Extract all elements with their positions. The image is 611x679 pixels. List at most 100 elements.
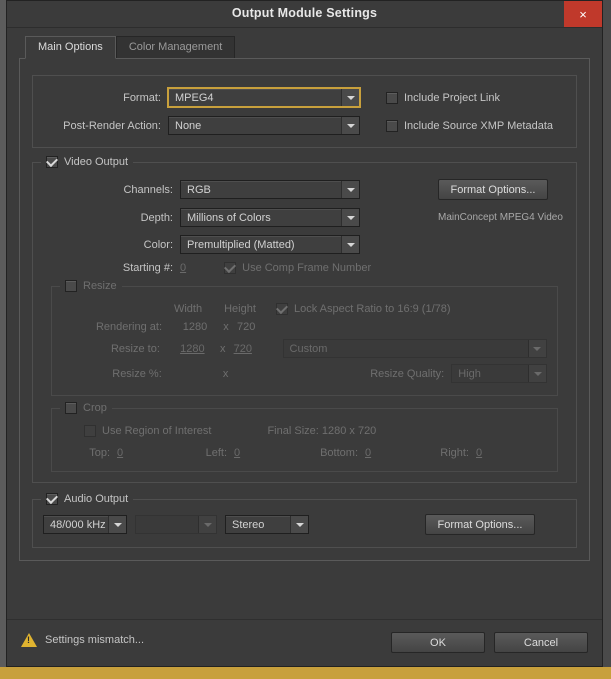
- use-region-of-interest-label[interactable]: Use Region of Interest: [102, 425, 211, 437]
- crop-top-label: Top:: [89, 447, 110, 459]
- warning-triangle-icon: [21, 633, 37, 647]
- crop-top-value[interactable]: 0: [117, 447, 133, 459]
- width-header: Width: [173, 303, 203, 315]
- crop-legend: Crop: [60, 402, 112, 414]
- resize-percent-x-separator: x: [222, 367, 229, 380]
- chevron-down-icon: [290, 516, 308, 533]
- chevron-down-icon: [108, 516, 126, 533]
- chevron-down-icon: [341, 236, 359, 253]
- status-area: Settings mismatch...: [21, 633, 144, 647]
- resize-width-value[interactable]: 1280: [167, 343, 218, 355]
- channels-value: RGB: [187, 183, 211, 196]
- chevron-down-icon: [528, 365, 547, 382]
- depth-label: Depth:: [140, 211, 173, 224]
- rendering-x-separator: x: [223, 321, 229, 333]
- crop-left-label: Left:: [205, 447, 227, 459]
- desktop-bottom-strip: [0, 667, 611, 679]
- tab-bar: Main Options Color Management: [25, 36, 590, 59]
- ok-button[interactable]: OK: [391, 632, 485, 653]
- channels-select[interactable]: RGB: [180, 180, 360, 199]
- chevron-down-icon: [341, 117, 359, 134]
- chevron-down-icon: [527, 340, 546, 357]
- video-output-checkbox[interactable]: [46, 156, 58, 168]
- dialog-body: Main Options Color Management Format: MP…: [7, 28, 602, 561]
- audio-output-checkbox[interactable]: [46, 493, 58, 505]
- resize-to-label: Resize to:: [110, 342, 160, 355]
- audio-sample-rate-value: 48/000 kHz: [50, 518, 106, 531]
- output-module-settings-dialog: Output Module Settings × Main Options Co…: [6, 0, 603, 667]
- resize-quality-value: High: [458, 367, 481, 380]
- resize-checkbox[interactable]: [65, 280, 77, 292]
- footer-buttons: OK Cancel: [388, 620, 588, 666]
- video-format-options-button[interactable]: Format Options...: [438, 179, 548, 200]
- format-label: Format:: [123, 91, 161, 104]
- resize-group: Resize Width Height Lock Aspect Ratio to…: [51, 280, 558, 396]
- post-render-action-select[interactable]: None: [168, 116, 360, 135]
- color-select[interactable]: Premultiplied (Matted): [180, 235, 360, 254]
- close-icon[interactable]: ×: [564, 1, 602, 27]
- resize-preset-select[interactable]: Custom: [282, 339, 547, 358]
- tab-main-options[interactable]: Main Options: [25, 36, 116, 59]
- lock-aspect-ratio-label[interactable]: Lock Aspect Ratio to 16:9 (1/78): [294, 303, 451, 315]
- rendering-height-value: 720: [237, 321, 256, 333]
- channels-label: Channels:: [123, 183, 173, 196]
- crop-left-value[interactable]: 0: [234, 447, 250, 459]
- crop-bottom-value[interactable]: 0: [365, 447, 381, 459]
- include-project-link-label[interactable]: Include Project Link: [404, 92, 500, 104]
- format-group: Format: MPEG4 Include Project Link Post-…: [32, 75, 577, 148]
- use-comp-frame-number-label[interactable]: Use Comp Frame Number: [242, 262, 371, 274]
- use-comp-frame-number-checkbox[interactable]: [224, 262, 237, 274]
- audio-bit-depth-select[interactable]: [135, 515, 217, 534]
- resize-height-value[interactable]: 720: [228, 343, 275, 355]
- desktop-background: Output Module Settings × Main Options Co…: [0, 0, 611, 679]
- post-render-action-label: Post-Render Action:: [63, 119, 161, 132]
- include-xmp-checkbox[interactable]: [386, 119, 398, 132]
- audio-output-legend: Audio Output: [41, 493, 134, 505]
- chevron-down-icon: [198, 516, 216, 533]
- audio-channels-select[interactable]: Stereo: [225, 515, 309, 534]
- crop-checkbox[interactable]: [65, 402, 77, 414]
- resize-x-separator: x: [219, 342, 226, 355]
- audio-format-options-button[interactable]: Format Options...: [425, 514, 535, 535]
- video-output-legend: Video Output: [41, 156, 134, 168]
- resize-preset-value: Custom: [289, 342, 328, 355]
- chevron-down-icon: [341, 209, 359, 226]
- cancel-button[interactable]: Cancel: [494, 632, 588, 653]
- starting-number-label: Starting #:: [122, 262, 173, 274]
- resize-label[interactable]: Resize: [83, 280, 117, 292]
- crop-label[interactable]: Crop: [83, 402, 107, 414]
- dialog-titlebar: Output Module Settings ×: [7, 1, 602, 28]
- color-label: Color:: [143, 238, 173, 251]
- resize-quality-label: Resize Quality:: [370, 367, 445, 380]
- include-xmp-label[interactable]: Include Source XMP Metadata: [404, 120, 553, 132]
- include-project-link-checkbox[interactable]: [386, 91, 398, 104]
- format-select[interactable]: MPEG4: [168, 88, 360, 107]
- audio-output-label[interactable]: Audio Output: [64, 493, 128, 505]
- rendering-at-label: Rendering at:: [95, 321, 162, 333]
- dialog-footer: Settings mismatch... OK Cancel: [7, 619, 602, 666]
- video-output-group: Video Output Channels: RGB Format Option…: [32, 156, 577, 483]
- final-size-label: Final Size: 1280 x 720: [267, 425, 377, 437]
- use-region-of-interest-checkbox[interactable]: [84, 425, 96, 437]
- starting-number-value[interactable]: 0: [180, 262, 186, 274]
- video-output-label[interactable]: Video Output: [64, 156, 128, 168]
- tab-color-management[interactable]: Color Management: [115, 36, 236, 58]
- format-select-value: MPEG4: [175, 91, 214, 104]
- lock-aspect-ratio-checkbox[interactable]: [276, 303, 288, 315]
- crop-group: Crop Use Region of Interest Final Size: …: [51, 402, 558, 472]
- height-header: Height: [224, 303, 256, 315]
- resize-quality-select[interactable]: High: [451, 364, 548, 383]
- crop-bottom-label: Bottom:: [320, 447, 358, 459]
- chevron-down-icon: [341, 89, 359, 106]
- status-text: Settings mismatch...: [45, 634, 145, 646]
- audio-sample-rate-select[interactable]: 48/000 kHz: [43, 515, 127, 534]
- codec-note: MainConcept MPEG4 Video: [438, 212, 563, 223]
- audio-output-group: Audio Output 48/000 kHz Stereo Format Op…: [32, 493, 577, 548]
- crop-right-label: Right:: [440, 447, 469, 459]
- color-value: Premultiplied (Matted): [187, 238, 295, 251]
- main-options-panel: Format: MPEG4 Include Project Link Post-…: [19, 58, 590, 561]
- resize-percent-label: Resize %:: [112, 367, 162, 380]
- depth-select[interactable]: Millions of Colors: [180, 208, 360, 227]
- audio-channels-value: Stereo: [232, 518, 265, 531]
- crop-right-value[interactable]: 0: [476, 447, 492, 459]
